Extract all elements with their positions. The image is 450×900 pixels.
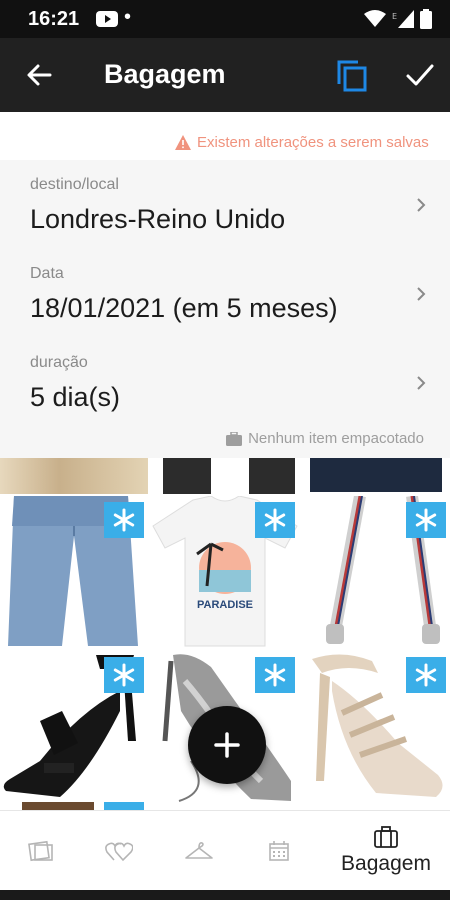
date-field[interactable]: Data 18/01/2021 (em 5 meses): [0, 249, 450, 337]
chevron-right-icon: [417, 287, 426, 301]
wardrobe-icon: [28, 840, 53, 862]
nav-outfits[interactable]: [170, 811, 228, 891]
item-gold-sandal[interactable]: [302, 651, 450, 803]
item-black-sandal[interactable]: [0, 651, 148, 803]
partial-item-black-pants[interactable]: [151, 458, 299, 494]
packed-note-text: Nenhum item empacotado: [248, 430, 424, 447]
signal-icon: E: [392, 10, 414, 28]
youtube-icon: [96, 11, 118, 27]
item-paradise-tshirt[interactable]: PARADISE: [151, 496, 299, 648]
partial-badge: [104, 802, 144, 810]
snowflake-icon[interactable]: [104, 502, 144, 538]
tshirt-print-text: PARADISE: [197, 599, 253, 611]
notification-dot-icon: •: [124, 6, 132, 28]
page-title: Bagagem: [104, 59, 226, 89]
add-item-button[interactable]: [188, 706, 266, 784]
suitcase-icon: [374, 826, 398, 848]
bottom-navigation: Bagagem: [0, 810, 450, 890]
date-label: Data: [30, 265, 64, 282]
destination-field[interactable]: destino/local Londres-Reino Unido: [0, 160, 450, 248]
battery-icon: [420, 9, 432, 29]
warning-icon: [175, 135, 191, 150]
back-arrow-icon[interactable]: [24, 60, 54, 90]
chevron-right-icon: [417, 376, 426, 390]
partial-item-coat[interactable]: [0, 458, 148, 494]
partial-item-navy-bag[interactable]: [302, 458, 450, 494]
nav-calendar[interactable]: [250, 811, 308, 891]
chevron-right-icon: [417, 198, 426, 212]
nav-favorites[interactable]: [90, 811, 148, 891]
warning-text: Existem alterações a serem salvas: [197, 134, 429, 151]
nav-wardrobe[interactable]: [12, 811, 70, 891]
suitcase-small-icon: [226, 431, 243, 446]
partial-item-next-row[interactable]: [22, 802, 94, 810]
snowflake-icon[interactable]: [255, 657, 295, 693]
snowflake-icon[interactable]: [255, 502, 295, 538]
destination-value: Londres-Reino Unido: [30, 204, 286, 234]
status-indicators: E: [364, 9, 432, 29]
hearts-icon: [105, 842, 133, 862]
svg-text:E: E: [392, 12, 397, 21]
snowflake-icon[interactable]: [104, 657, 144, 693]
calendar-icon: [269, 841, 289, 861]
packed-note: Nenhum item empacotado: [226, 430, 424, 447]
duration-label: duração: [30, 354, 88, 371]
item-jeans[interactable]: [0, 496, 148, 648]
snowflake-icon[interactable]: [406, 657, 446, 693]
date-value: 18/01/2021 (em 5 meses): [30, 293, 338, 323]
warning-row: Existem alterações a serem salvas: [0, 112, 450, 160]
unsaved-warning: Existem alterações a serem salvas: [175, 134, 429, 151]
plus-icon: [214, 732, 240, 758]
status-time: 16:21: [28, 8, 80, 30]
system-navigation-bar: [0, 890, 450, 900]
nav-luggage[interactable]: Bagagem: [328, 811, 444, 891]
duration-value: 5 dia(s): [30, 382, 121, 412]
trip-details: destino/local Londres-Reino Unido Data 1…: [0, 160, 450, 458]
wifi-icon: [364, 10, 386, 27]
duration-field[interactable]: duração 5 dia(s): [0, 338, 450, 426]
status-bar: 16:21 • E: [0, 0, 450, 38]
nav-luggage-label: Bagagem: [341, 852, 431, 875]
snowflake-icon[interactable]: [406, 502, 446, 538]
app-bar: Bagagem: [0, 38, 450, 112]
hanger-icon: [185, 842, 213, 859]
save-check-icon[interactable]: [404, 60, 436, 90]
destination-label: destino/local: [30, 176, 119, 193]
copy-icon[interactable]: [334, 58, 368, 92]
item-striped-strap[interactable]: [302, 496, 450, 648]
